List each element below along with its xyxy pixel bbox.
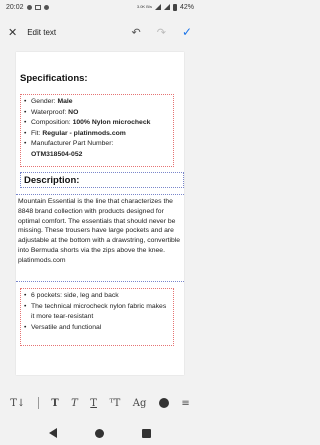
desc-heading-box[interactable]: Description: [20,172,184,188]
desc-heading: Description: [24,175,80,186]
document-page: Specifications: Gender: Male Waterproof:… [16,52,184,375]
features-list: 6 pockets: side, leg and back The techni… [24,291,170,333]
spec-item: Waterproof: NO [24,108,170,119]
color-palette-icon[interactable] [158,398,169,408]
toolbar-title: Edit text [27,27,57,37]
divider [37,397,39,409]
location-icon [26,4,32,10]
battery-level: 42% [179,3,194,11]
signal-icon [163,4,170,10]
description-text[interactable]: Mountain Essential is the line that char… [16,194,184,282]
network-speed: 3.0K B/s [136,4,152,9]
underline-icon[interactable]: T [90,398,97,409]
close-icon[interactable]: ✕ [8,26,17,39]
done-check-icon[interactable]: ✓ [182,25,192,39]
status-bar: 20:02 3.0K B/s 42% [0,0,200,14]
spec-list: Gender: Male Waterproof: NO Composition:… [24,97,170,160]
spec-item: Gender: Male [24,97,170,108]
recents-icon[interactable] [142,428,151,438]
feature-item: Versatile and functional [24,323,170,334]
italic-icon[interactable]: T [71,398,78,409]
spec-heading[interactable]: Specifications: [20,73,88,84]
battery-icon [172,3,177,11]
text-size-icon[interactable]: T↓ [10,398,25,409]
bold-icon[interactable]: T [51,398,58,409]
feature-item: 6 pockets: side, leg and back [24,291,170,302]
part-number: OTM318504-052 [31,150,83,158]
font-icon[interactable]: Ag [133,398,147,409]
back-icon[interactable] [49,428,57,438]
format-toolbar: T↓ T T T ᵀT Ag ≡ [0,392,200,414]
editor-toolbar: ✕ Edit text ↶ ↷ ✓ [0,22,200,42]
feature-item: The technical microcheck nylon fabric ma… [24,302,170,323]
features-text-box[interactable]: 6 pockets: side, leg and back The techni… [20,288,174,346]
spec-item: Fit: Regular - platinmods.com [24,129,170,140]
notification-icon [34,4,41,10]
wifi-icon [154,4,161,10]
redo-icon[interactable]: ↷ [157,26,166,39]
status-time: 20:02 [6,3,24,11]
spec-item: Manufacturer Part Number: [24,139,170,150]
align-icon[interactable]: ≡ [181,398,189,409]
system-nav-bar [0,423,200,443]
spec-text-box[interactable]: Gender: Male Waterproof: NO Composition:… [20,94,174,167]
sync-icon [43,4,49,10]
text-case-icon[interactable]: ᵀT [109,398,120,409]
home-icon[interactable] [95,428,104,438]
spec-item: Composition: 100% Nylon microcheck [24,118,170,129]
undo-icon[interactable]: ↶ [132,26,141,39]
